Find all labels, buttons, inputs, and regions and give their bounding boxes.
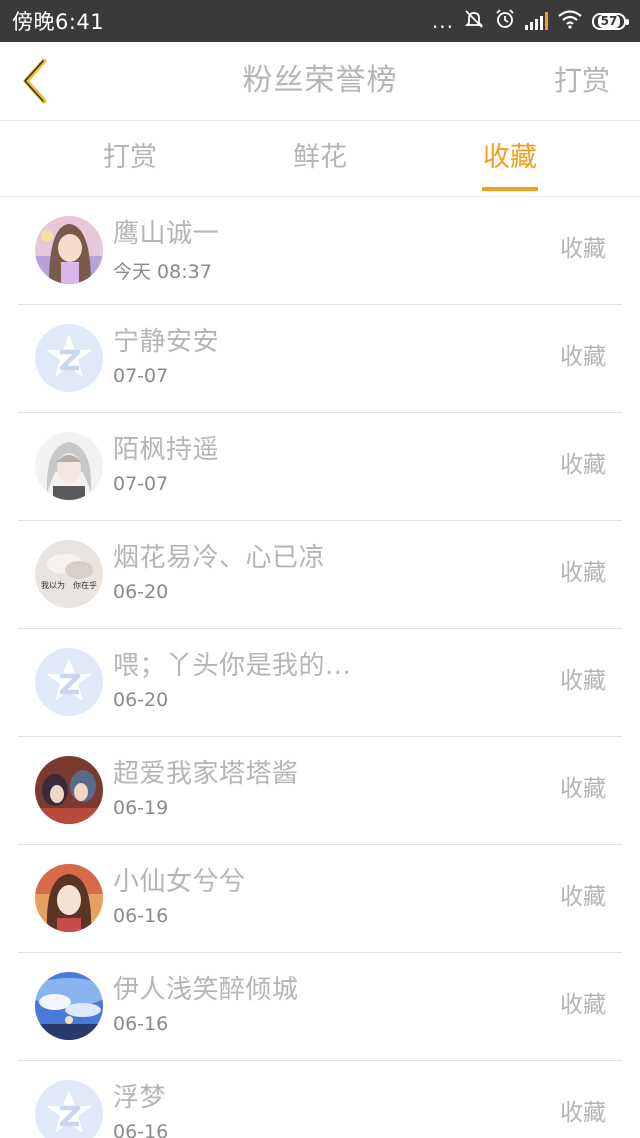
fan-action: 收藏: [560, 776, 606, 802]
avatar[interactable]: 我以为 你在乎: [35, 540, 103, 608]
tab-bar: 打赏 鲜花 收藏: [0, 121, 640, 197]
tab-label: 打赏: [103, 142, 157, 173]
list-item[interactable]: 鹰山诚一 今天 08:37 收藏: [18, 197, 622, 305]
battery-level: 57: [597, 14, 621, 28]
list-item[interactable]: 我以为 你在乎 烟花易冷、心已凉 06-20 收藏: [18, 521, 622, 629]
status-icons: ... 57: [431, 8, 629, 34]
fan-name: 鹰山诚一: [113, 219, 220, 249]
default-avatar-icon: [35, 1080, 103, 1138]
fan-time: 07-07: [113, 365, 169, 387]
screen: 傍晚6:41 ... 57 粉丝荣誉榜 打赏 打赏 鲜花 收藏 鹰山诚一 今天 …: [0, 0, 640, 1138]
fan-action: 收藏: [560, 992, 606, 1018]
avatar[interactable]: [35, 864, 103, 932]
fan-name: 浮梦: [113, 1083, 167, 1113]
fan-name: 烟花易冷、心已凉: [113, 543, 326, 573]
list-item[interactable]: 陌枫持遥 07-07 收藏: [18, 413, 622, 521]
fan-action: 收藏: [560, 560, 606, 586]
fan-time: 06-20: [113, 581, 169, 603]
fan-action: 收藏: [560, 452, 606, 478]
fan-action: 收藏: [560, 1100, 606, 1126]
list-item[interactable]: 宁静安安 07-07 收藏: [18, 305, 622, 413]
avatar[interactable]: [35, 216, 103, 284]
avatar[interactable]: [35, 432, 103, 500]
fan-action: 收藏: [560, 236, 606, 262]
status-bar: 傍晚6:41 ... 57: [0, 0, 640, 42]
fan-list: 鹰山诚一 今天 08:37 收藏 宁静安安 07-07 收藏 陌枫持遥 07-0…: [0, 197, 640, 1138]
mute-icon: [463, 8, 485, 34]
chevron-left-icon: [23, 58, 47, 104]
tab-flowers[interactable]: 鲜花: [250, 121, 390, 196]
svg-text:你在乎: 你在乎: [73, 580, 97, 590]
fan-time: 06-16: [113, 1013, 169, 1035]
list-item[interactable]: 喂；丫头你是我的... 06-20 收藏: [18, 629, 622, 737]
active-tab-indicator: [482, 187, 538, 191]
svg-text:我以为: 我以为: [41, 580, 65, 590]
battery-icon: 57: [592, 12, 629, 30]
tab-label: 鲜花: [293, 142, 347, 173]
fan-name: 喂；丫头你是我的...: [113, 651, 352, 681]
fan-time: 06-20: [113, 689, 169, 711]
fan-action: 收藏: [560, 884, 606, 910]
tab-label: 收藏: [483, 142, 537, 173]
fan-name: 陌枫持遥: [113, 435, 220, 465]
fan-name: 超爱我家塔塔酱: [113, 759, 299, 789]
tab-reward[interactable]: 打赏: [60, 121, 200, 196]
back-button[interactable]: [12, 54, 58, 108]
fan-time: 07-07: [113, 473, 169, 495]
fan-action: 收藏: [560, 344, 606, 370]
signal-icon: [525, 12, 548, 30]
default-avatar-icon: [35, 324, 103, 392]
alarm-icon: [494, 8, 516, 34]
reward-button[interactable]: 打赏: [554, 42, 610, 120]
fan-time: 06-16: [113, 1121, 169, 1138]
avatar[interactable]: [35, 324, 103, 392]
list-item[interactable]: 伊人浅笑醉倾城 06-16 收藏: [18, 953, 622, 1061]
fan-action: 收藏: [560, 668, 606, 694]
fan-time: 今天 08:37: [113, 261, 212, 283]
nav-bar: 粉丝荣誉榜 打赏: [0, 42, 640, 121]
tab-favorites[interactable]: 收藏: [440, 121, 580, 196]
list-item[interactable]: 小仙女兮兮 06-16 收藏: [18, 845, 622, 953]
fan-name: 小仙女兮兮: [113, 867, 246, 897]
fan-name: 宁静安安: [113, 327, 220, 357]
status-time: 傍晚6:41: [12, 10, 105, 34]
page-title: 粉丝荣誉榜: [242, 63, 398, 98]
fan-name: 伊人浅笑醉倾城: [113, 975, 299, 1005]
avatar[interactable]: [35, 756, 103, 824]
default-avatar-icon: [35, 648, 103, 716]
fan-time: 06-19: [113, 797, 169, 819]
more-dots-icon: ...: [431, 9, 454, 33]
wifi-icon: [557, 9, 583, 33]
avatar[interactable]: [35, 648, 103, 716]
avatar[interactable]: [35, 1080, 103, 1138]
list-item[interactable]: 浮梦 06-16 收藏: [18, 1061, 622, 1138]
fan-time: 06-16: [113, 905, 169, 927]
list-item[interactable]: 超爱我家塔塔酱 06-19 收藏: [18, 737, 622, 845]
avatar[interactable]: [35, 972, 103, 1040]
